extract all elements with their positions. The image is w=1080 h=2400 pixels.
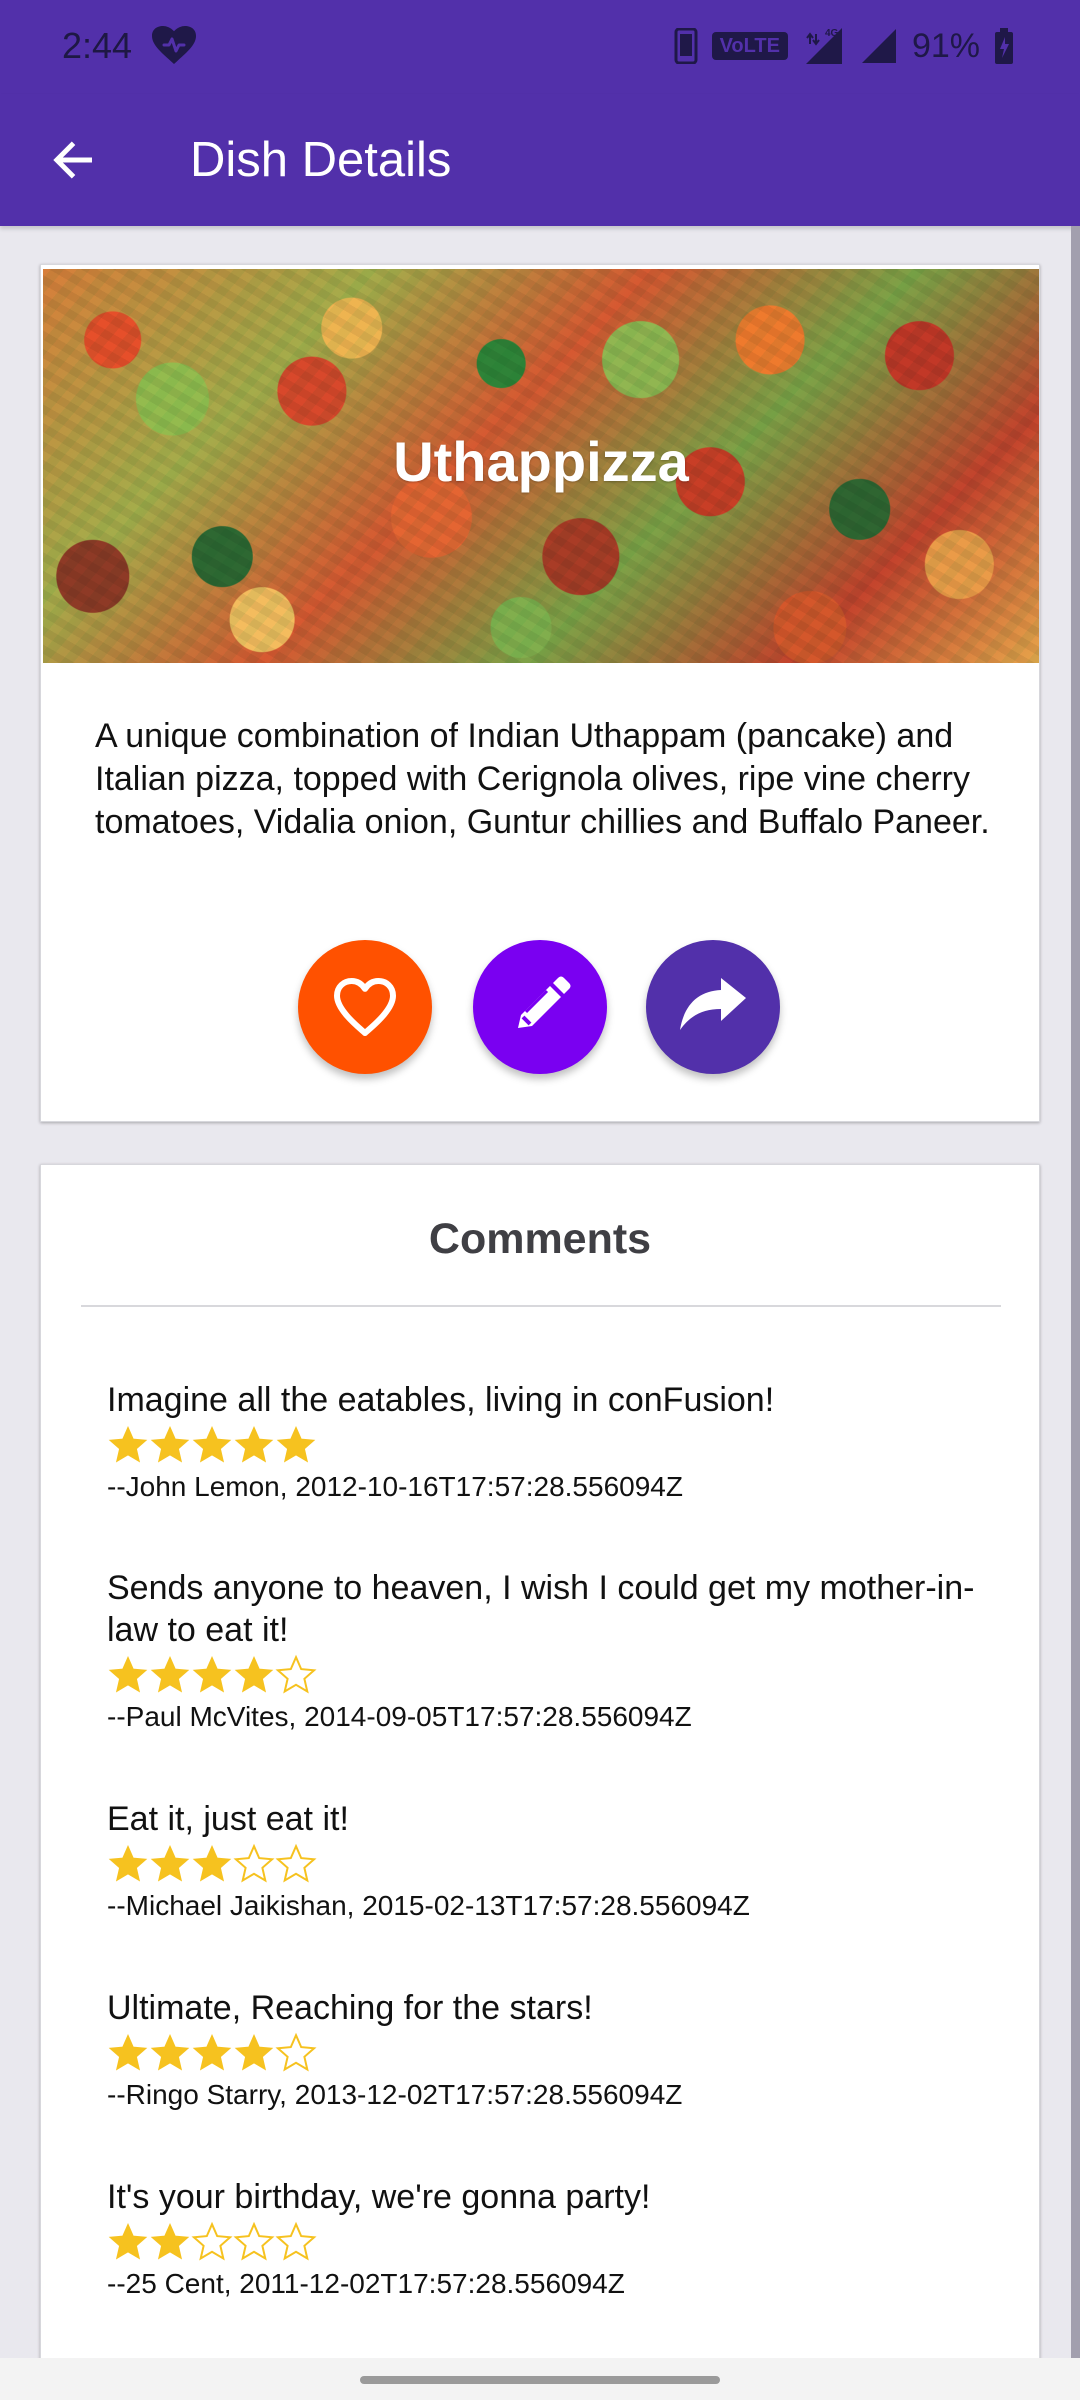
- filled-star-icon: [192, 1655, 232, 1693]
- comments-divider: [81, 1305, 1001, 1307]
- empty-star-icon: [275, 1843, 317, 1883]
- filled-star-icon: [150, 1655, 190, 1693]
- empty-star-icon: [275, 1654, 317, 1694]
- comment-author-date: --John Lemon, 2012-10-16T17:57:28.556094…: [107, 1471, 683, 1502]
- star-rating: [107, 1654, 977, 1696]
- filled-star-icon: [108, 1655, 148, 1693]
- page-title: Dish Details: [190, 133, 452, 187]
- star-rating: [107, 2032, 977, 2074]
- battery-icon: [995, 28, 1013, 64]
- comment-item: Sends anyone to heaven, I wish I could g…: [107, 1567, 977, 1737]
- filled-star-icon: [192, 2033, 232, 2071]
- star-rating: [107, 2221, 977, 2263]
- filled-star-icon: [150, 2222, 190, 2260]
- empty-star-icon: [233, 1843, 275, 1883]
- comment-item: Ultimate, Reaching for the stars! --Ring…: [107, 1987, 977, 2115]
- heart-icon: [334, 978, 396, 1036]
- phone-icon: [674, 28, 698, 64]
- empty-star-icon: [233, 2221, 275, 2261]
- star-rating: [107, 1424, 977, 1466]
- filled-star-icon: [234, 2033, 274, 2071]
- filled-star-icon: [276, 1425, 316, 1463]
- status-bar: 2:44 VoLTE 4G 91%: [0, 0, 1080, 94]
- home-gesture-handle[interactable]: [360, 2376, 720, 2384]
- cellular-signal-icon: [861, 29, 896, 63]
- comment-item: It's your birthday, we're gonna party! -…: [107, 2176, 977, 2304]
- signal-4g-icon: 4G: [805, 28, 842, 64]
- filled-star-icon: [192, 1844, 232, 1882]
- heart-status-icon: [152, 26, 196, 64]
- comment-text: Sends anyone to heaven, I wish I could g…: [107, 1569, 975, 1649]
- filled-star-icon: [108, 1844, 148, 1882]
- favorite-button[interactable]: [298, 940, 432, 1074]
- comment-item: Imagine all the eatables, living in conF…: [107, 1379, 977, 1507]
- comment-text: Ultimate, Reaching for the stars!: [107, 1989, 593, 2027]
- status-indicators: VoLTE 4G 91%: [674, 22, 1014, 70]
- comment-author-date: --Paul McVites, 2014-09-05T17:57:28.5560…: [107, 1701, 692, 1732]
- volte-badge: VoLTE: [711, 32, 788, 60]
- filled-star-icon: [234, 1425, 274, 1463]
- empty-star-icon: [191, 2221, 233, 2261]
- filled-star-icon: [108, 2222, 148, 2260]
- edit-button[interactable]: [473, 940, 607, 1074]
- dish-image: Uthappizza: [43, 269, 1039, 663]
- filled-star-icon: [192, 1425, 232, 1463]
- comment-text: Eat it, just eat it!: [107, 1800, 349, 1838]
- scrollbar[interactable]: [1071, 226, 1080, 2358]
- star-rating: [107, 1843, 977, 1885]
- dish-title: Uthappizza: [393, 430, 689, 493]
- comment-author-date: --25 Cent, 2011-12-02T17:57:28.556094Z: [107, 2268, 625, 2299]
- comment-item: Eat it, just eat it! --Michael Jaikishan…: [107, 1798, 977, 1926]
- dish-card: Uthappizza A unique combination of India…: [40, 264, 1040, 1122]
- app-bar: Dish Details: [0, 94, 1080, 226]
- pencil-icon: [518, 976, 571, 1028]
- filled-star-icon: [150, 2033, 190, 2071]
- comments-title: Comments: [428, 1215, 652, 1263]
- share-icon: [680, 978, 746, 1030]
- comments-card: Comments Imagine all the eatables, livin…: [40, 1164, 1040, 2374]
- filled-star-icon: [150, 1844, 190, 1882]
- filled-star-icon: [108, 1425, 148, 1463]
- dish-description: A unique combination of Indian Uthappam …: [95, 717, 990, 841]
- filled-star-icon: [108, 2033, 148, 2071]
- share-button[interactable]: [646, 940, 780, 1074]
- comment-author-date: --Ringo Starry, 2013-12-02T17:57:28.5560…: [107, 2079, 683, 2110]
- back-button[interactable]: [34, 120, 114, 200]
- battery-percentage: 91%: [911, 27, 980, 65]
- empty-star-icon: [275, 2032, 317, 2072]
- arrow-left-icon: [53, 141, 92, 179]
- comment-author-date: --Michael Jaikishan, 2015-02-13T17:57:28…: [107, 1890, 750, 1921]
- filled-star-icon: [234, 1655, 274, 1693]
- comment-text: Imagine all the eatables, living in conF…: [107, 1381, 775, 1419]
- comment-text: It's your birthday, we're gonna party!: [107, 2178, 651, 2216]
- empty-star-icon: [275, 2221, 317, 2261]
- filled-star-icon: [150, 1425, 190, 1463]
- status-time: 2:44: [62, 25, 133, 66]
